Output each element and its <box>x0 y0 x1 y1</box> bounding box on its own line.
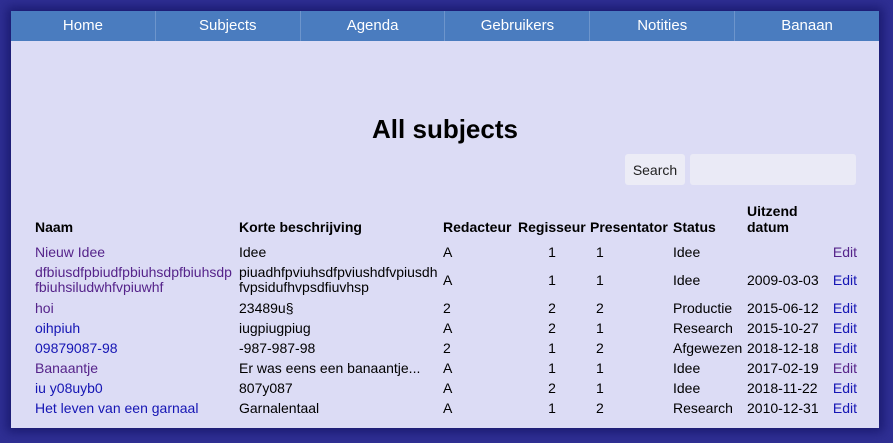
cell-status: Idee <box>673 379 701 396</box>
search-input[interactable] <box>690 154 856 185</box>
cell-status: Research <box>673 399 733 416</box>
nav-item-subjects[interactable]: Subjects <box>156 11 301 41</box>
cell-regisseur: 2 <box>548 299 556 316</box>
cell-korte: Er was eens een banaantje... <box>239 359 421 376</box>
cell-presentator: 1 <box>596 271 604 288</box>
cell-redacteur: 2 <box>443 339 451 356</box>
cell-regisseur: 2 <box>548 319 556 336</box>
subject-name-link[interactable]: hoi <box>35 300 54 316</box>
header-edit <box>829 203 859 242</box>
table-row: hoi 23489u§ 2 2 2 Productie 2015-06-12 E… <box>33 298 859 318</box>
cell-regisseur: 2 <box>548 379 556 396</box>
search-button[interactable]: Search <box>625 154 685 185</box>
subject-name-link[interactable]: iu y08uyb0 <box>35 380 103 396</box>
cell-status: Afgewezen <box>673 339 743 356</box>
cell-presentator: 1 <box>596 359 604 376</box>
edit-link[interactable]: Edit <box>833 380 857 396</box>
cell-status: Idee <box>673 271 701 288</box>
cell-status: Idee <box>673 243 701 260</box>
cell-korte: 23489u§ <box>239 299 294 316</box>
cell-regisseur: 1 <box>548 359 556 376</box>
cell-redacteur: A <box>443 379 453 396</box>
cell-redacteur: A <box>443 359 453 376</box>
table-row: iu y08uyb0 807y087 A 2 1 Idee 2018-11-22… <box>33 378 859 398</box>
edit-link[interactable]: Edit <box>833 340 857 356</box>
cell-korte: Idee <box>239 243 267 260</box>
subject-name-link[interactable]: Nieuw Idee <box>35 244 105 260</box>
table-row: dfbiusdfpbiudfpbiuhsdpfbiuhsdpfbiuhsilud… <box>33 262 859 298</box>
cell-datum: 2015-10-27 <box>747 319 819 336</box>
cell-datum: 2018-11-22 <box>747 379 818 396</box>
nav-item-notities[interactable]: Notities <box>590 11 736 41</box>
cell-korte: -987-987-98 <box>239 339 316 356</box>
subject-name-link[interactable]: oihpiuh <box>35 320 80 336</box>
cell-presentator: 1 <box>596 243 604 260</box>
edit-link[interactable]: Edit <box>833 320 857 336</box>
cell-datum <box>745 242 829 262</box>
subject-name-link[interactable]: 09879087-98 <box>35 340 118 356</box>
header-presentator: Presentator <box>590 219 668 235</box>
cell-datum: 2018-12-18 <box>747 339 819 356</box>
edit-link[interactable]: Edit <box>833 400 857 416</box>
table-row: Banaantje Er was eens een banaantje... A… <box>33 358 859 378</box>
main-nav: Home Subjects Agenda Gebruikers Notities… <box>11 11 879 41</box>
subjects-table: Naam Korte beschrijving Redacteur Regiss… <box>33 203 859 418</box>
edit-link[interactable]: Edit <box>833 300 857 316</box>
subject-name-link[interactable]: dfbiusdfpbiudfpbiuhsdpfbiuhsdpfbiuhsilud… <box>35 264 232 295</box>
header-redacteur: Redacteur <box>443 219 512 235</box>
table-row: oihpiuh iugpiugpiug A 2 1 Research 2015-… <box>33 318 859 338</box>
cell-korte: piuadhfpviuhsdfpviushdfvpiusdhfvpsidufhv… <box>239 264 438 295</box>
header-status: Status <box>673 219 716 235</box>
nav-item-banaan[interactable]: Banaan <box>735 11 879 41</box>
cell-datum: 2010-12-31 <box>747 399 819 416</box>
cell-redacteur: 2 <box>443 299 451 316</box>
cell-korte: iugpiugpiug <box>239 319 311 336</box>
cell-presentator: 2 <box>596 399 604 416</box>
header-naam: Naam <box>35 219 74 235</box>
cell-status: Idee <box>673 359 701 376</box>
header-korte-beschrijving: Korte beschrijving <box>239 219 362 235</box>
edit-link[interactable]: Edit <box>833 272 857 288</box>
edit-link[interactable]: Edit <box>833 360 857 376</box>
nav-item-agenda[interactable]: Agenda <box>301 11 446 41</box>
cell-regisseur: 1 <box>548 243 556 260</box>
table-header-row: Naam Korte beschrijving Redacteur Regiss… <box>33 203 859 242</box>
nav-item-gebruikers[interactable]: Gebruikers <box>445 11 591 41</box>
cell-status: Productie <box>673 299 733 316</box>
header-uitzend-datum: Uitzend datum <box>747 203 798 235</box>
nav-item-home[interactable]: Home <box>11 11 156 41</box>
cell-korte: Garnalentaal <box>239 399 320 416</box>
cell-datum: 2017-02-19 <box>747 359 819 376</box>
page-frame: Home Subjects Agenda Gebruikers Notities… <box>11 11 879 428</box>
cell-redacteur: A <box>443 399 453 416</box>
cell-datum: 2015-06-12 <box>747 299 819 316</box>
subject-name-link[interactable]: Banaantje <box>35 360 98 376</box>
edit-link[interactable]: Edit <box>833 244 857 260</box>
subject-name-link[interactable]: Het leven van een garnaal <box>35 400 198 416</box>
cell-regisseur: 1 <box>548 339 556 356</box>
cell-presentator: 2 <box>596 339 604 356</box>
cell-presentator: 2 <box>596 299 604 316</box>
cell-redacteur: A <box>443 319 453 336</box>
cell-datum: 2009-03-03 <box>747 271 819 288</box>
cell-presentator: 1 <box>596 379 604 396</box>
cell-status: Research <box>673 319 733 336</box>
cell-presentator: 1 <box>596 319 604 336</box>
table-row: 09879087-98 -987-987-98 2 1 2 Afgewezen … <box>33 338 859 358</box>
table-row: Nieuw Idee Idee A 1 1 Idee Edit <box>33 242 859 262</box>
table-row: Het leven van een garnaal Garnalentaal A… <box>33 398 859 418</box>
cell-regisseur: 1 <box>548 271 556 288</box>
cell-korte: 807y087 <box>239 379 293 396</box>
cell-redacteur: A <box>443 243 453 260</box>
header-regisseur: Regisseur <box>518 219 586 235</box>
page-title: All subjects <box>372 114 518 144</box>
cell-redacteur: A <box>443 271 453 288</box>
cell-regisseur: 1 <box>548 399 556 416</box>
